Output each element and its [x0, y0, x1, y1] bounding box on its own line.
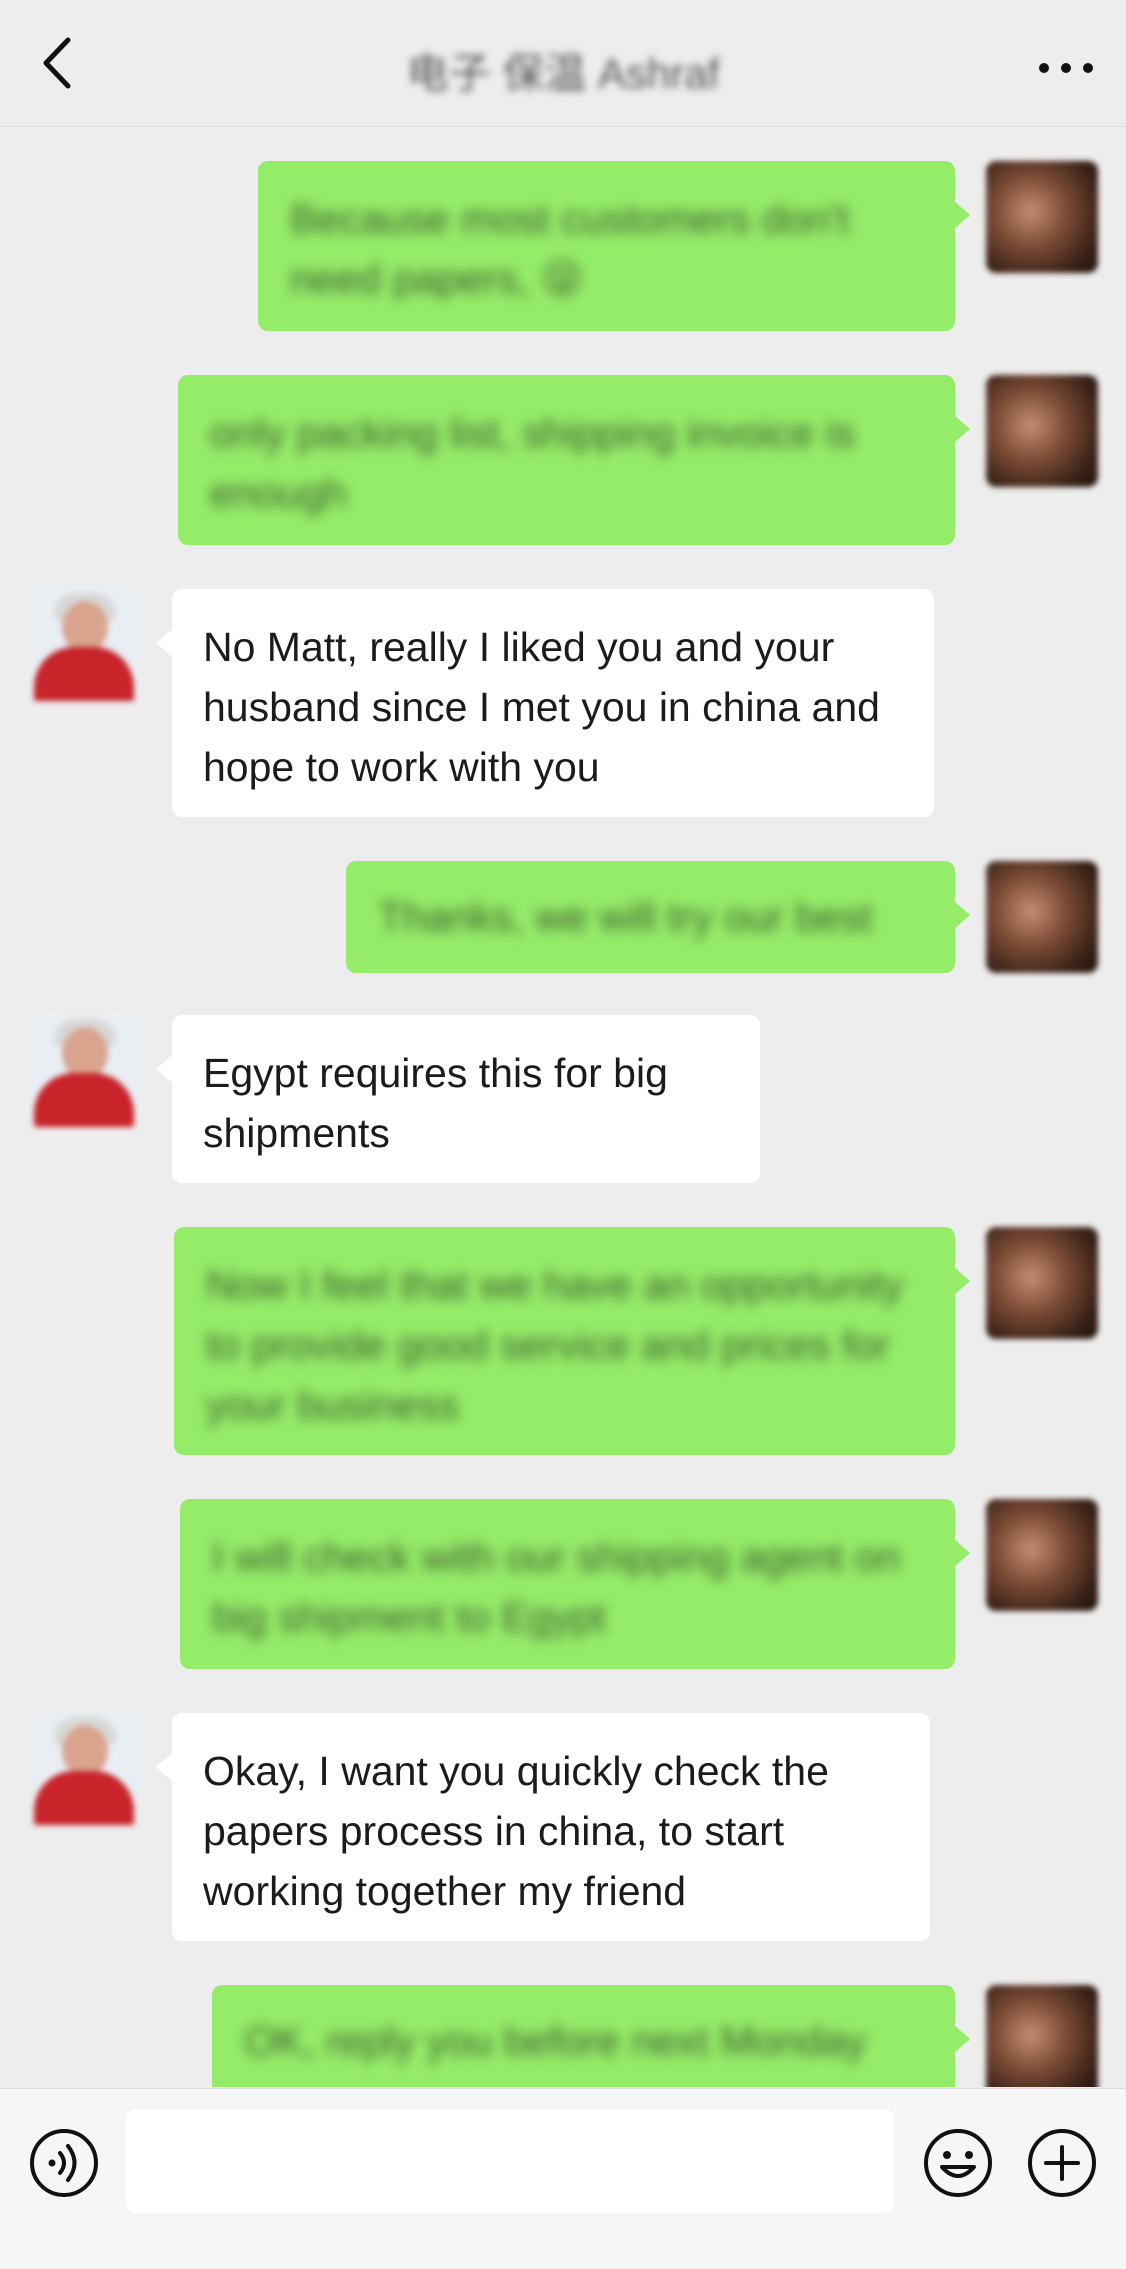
- my-avatar[interactable]: [986, 861, 1098, 973]
- plus-icon: [1028, 2129, 1096, 2197]
- voice-input-button[interactable]: [28, 2127, 100, 2199]
- my-avatar[interactable]: [986, 1985, 1098, 2087]
- my-avatar[interactable]: [986, 1227, 1098, 1339]
- message-bubble[interactable]: OK, reply you before next Monday: [212, 1985, 955, 2087]
- chat-title: 电子 保温 Ashraf: [406, 50, 720, 97]
- bubble-tail: [954, 415, 970, 443]
- contact-avatar[interactable]: [28, 1015, 140, 1127]
- message-bubble[interactable]: Now I feel that we have an opportunity t…: [174, 1227, 955, 1455]
- message-bubble[interactable]: only packing list, shipping invoice is e…: [178, 375, 955, 545]
- bubble-tail: [954, 1267, 970, 1295]
- contact-avatar[interactable]: [28, 589, 140, 701]
- bubble-tail: [954, 2025, 970, 2053]
- more-options-button[interactable]: [1036, 38, 1096, 98]
- message-text: Now I feel that we have an opportunity t…: [206, 1262, 904, 1428]
- message-text: Egypt requires this for big shipments: [203, 1050, 668, 1156]
- message-input[interactable]: [126, 2109, 894, 2213]
- message-text: OK, reply you before next Monday: [244, 2018, 867, 2064]
- voice-icon: [30, 2129, 98, 2197]
- ellipsis-icon: [1039, 63, 1093, 73]
- message-bubble[interactable]: Egypt requires this for big shipments: [172, 1015, 760, 1183]
- contact-avatar[interactable]: [28, 1713, 140, 1825]
- chat-header: 电子 保温 Ashraf: [0, 0, 1126, 127]
- message-bubble[interactable]: No Matt, really I liked you and your hus…: [172, 589, 934, 817]
- more-functions-button[interactable]: [1026, 2127, 1098, 2199]
- bubble-tail: [156, 629, 172, 657]
- bubble-tail: [954, 1539, 970, 1567]
- message-bubble[interactable]: Because most customers don't need papers…: [258, 161, 955, 331]
- message-bubble[interactable]: I will check with our shipping agent on …: [180, 1499, 955, 1669]
- message-text: only packing list, shipping invoice is e…: [210, 410, 855, 516]
- message-text: I will check with our shipping agent on …: [212, 1534, 901, 1640]
- emoji-button[interactable]: [922, 2127, 994, 2199]
- message-text: No Matt, really I liked you and your hus…: [203, 624, 880, 790]
- bubble-tail: [156, 1055, 172, 1083]
- back-button[interactable]: [30, 28, 90, 98]
- message-text: Okay, I want you quickly check the paper…: [203, 1748, 829, 1914]
- message-text: Thanks, we will try our best: [378, 894, 873, 940]
- emoji-icon: [924, 2129, 992, 2197]
- my-avatar[interactable]: [986, 161, 1098, 273]
- message-text: Because most customers don't need papers…: [290, 196, 850, 302]
- bubble-tail: [156, 1753, 172, 1781]
- bubble-tail: [954, 201, 970, 229]
- message-list[interactable]: Because most customers don't need papers…: [0, 127, 1126, 2087]
- my-avatar[interactable]: [986, 375, 1098, 487]
- message-bubble[interactable]: Thanks, we will try our best: [346, 861, 955, 973]
- message-bubble[interactable]: Okay, I want you quickly check the paper…: [172, 1713, 930, 1941]
- chevron-left-icon: [43, 37, 71, 89]
- composer-bar: [0, 2088, 1126, 2269]
- my-avatar[interactable]: [986, 1499, 1098, 1611]
- bubble-tail: [954, 901, 970, 929]
